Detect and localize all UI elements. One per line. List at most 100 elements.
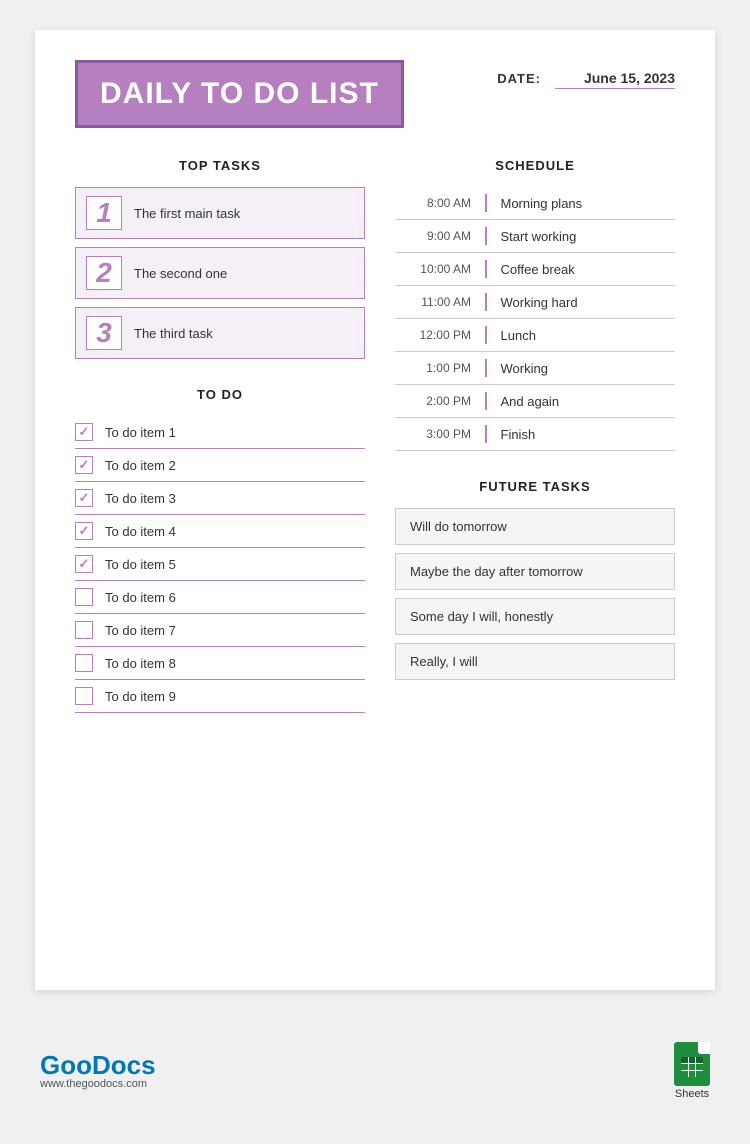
logo-docs: ocs bbox=[111, 1050, 156, 1080]
schedule-row: 11:00 AM Working hard bbox=[395, 286, 675, 319]
todo-label-8: To do item 8 bbox=[105, 656, 176, 671]
todo-item: ✓ To do item 2 bbox=[75, 449, 365, 482]
sheets-icon: Sheets bbox=[674, 1042, 710, 1100]
sched-time-3: 11:00 AM bbox=[395, 295, 485, 309]
task-item-1: 1 The first main task bbox=[75, 187, 365, 239]
sched-task-6: And again bbox=[501, 394, 560, 409]
sched-divider bbox=[485, 326, 487, 344]
logo-d: D bbox=[92, 1050, 111, 1080]
left-column: TOP TASKS 1 The first main task 2 The se… bbox=[75, 158, 365, 713]
todo-item: To do item 6 bbox=[75, 581, 365, 614]
main-content: TOP TASKS 1 The first main task 2 The se… bbox=[75, 158, 675, 713]
todo-item: ✓ To do item 5 bbox=[75, 548, 365, 581]
checkbox-5[interactable]: ✓ bbox=[75, 555, 93, 573]
date-row: DATE: June 15, 2023 bbox=[497, 70, 675, 89]
sched-divider bbox=[485, 425, 487, 443]
todo-label-6: To do item 6 bbox=[105, 590, 176, 605]
checkmark: ✓ bbox=[79, 556, 90, 572]
task-text-1: The first main task bbox=[134, 206, 240, 221]
checkbox-9[interactable] bbox=[75, 687, 93, 705]
sched-time-0: 8:00 AM bbox=[395, 196, 485, 210]
task-text-3: The third task bbox=[134, 326, 213, 341]
sched-divider bbox=[485, 194, 487, 212]
future-task-item: Maybe the day after tomorrow bbox=[395, 553, 675, 590]
sched-divider bbox=[485, 392, 487, 410]
sched-task-1: Start working bbox=[501, 229, 577, 244]
todo-item: ✓ To do item 3 bbox=[75, 482, 365, 515]
sched-task-2: Coffee break bbox=[501, 262, 575, 277]
grid-cell bbox=[681, 1071, 688, 1077]
right-column: SCHEDULE 8:00 AM Morning plans 9:00 AM S… bbox=[395, 158, 675, 713]
sched-divider bbox=[485, 293, 487, 311]
todo-section: TO DO ✓ To do item 1 ✓ To do item 2 ✓ To… bbox=[75, 387, 365, 713]
future-task-item: Some day I will, honestly bbox=[395, 598, 675, 635]
todo-item: To do item 7 bbox=[75, 614, 365, 647]
todo-label-2: To do item 2 bbox=[105, 458, 176, 473]
sched-time-1: 9:00 AM bbox=[395, 229, 485, 243]
task-number-3: 3 bbox=[86, 316, 122, 350]
todo-item: ✓ To do item 1 bbox=[75, 416, 365, 449]
grid-cell bbox=[689, 1064, 696, 1070]
footer-url: www.thegoodocs.com bbox=[40, 1078, 156, 1090]
todo-label-1: To do item 1 bbox=[105, 425, 176, 440]
logo-goo: Goo bbox=[40, 1050, 92, 1080]
schedule-row: 9:00 AM Start working bbox=[395, 220, 675, 253]
checkmark: ✓ bbox=[79, 523, 90, 539]
todo-label-3: To do item 3 bbox=[105, 491, 176, 506]
checkbox-6[interactable] bbox=[75, 588, 93, 606]
date-label: DATE: bbox=[497, 71, 541, 86]
task-number-1: 1 bbox=[86, 196, 122, 230]
checkbox-8[interactable] bbox=[75, 654, 93, 672]
todo-item: ✓ To do item 4 bbox=[75, 515, 365, 548]
sched-task-7: Finish bbox=[501, 427, 536, 442]
footer: GooDocs www.thegoodocs.com Sheets bbox=[0, 1020, 750, 1122]
checkbox-2[interactable]: ✓ bbox=[75, 456, 93, 474]
future-tasks-section: FUTURE TASKS Will do tomorrow Maybe the d… bbox=[395, 479, 675, 680]
checkmark: ✓ bbox=[79, 490, 90, 506]
sheets-label: Sheets bbox=[675, 1088, 709, 1100]
future-task-item: Will do tomorrow bbox=[395, 508, 675, 545]
todo-label-5: To do item 5 bbox=[105, 557, 176, 572]
top-tasks-section: TOP TASKS 1 The first main task 2 The se… bbox=[75, 158, 365, 359]
schedule-row: 10:00 AM Coffee break bbox=[395, 253, 675, 286]
footer-logo: GooDocs www.thegoodocs.com bbox=[40, 1052, 156, 1090]
sched-divider bbox=[485, 260, 487, 278]
schedule-title: SCHEDULE bbox=[395, 158, 675, 173]
sched-divider bbox=[485, 227, 487, 245]
grid-cell bbox=[681, 1057, 688, 1063]
schedule-row: 12:00 PM Lunch bbox=[395, 319, 675, 352]
todo-label-7: To do item 7 bbox=[105, 623, 176, 638]
todo-label-4: To do item 4 bbox=[105, 524, 176, 539]
sched-task-3: Working hard bbox=[501, 295, 578, 310]
sched-time-6: 2:00 PM bbox=[395, 394, 485, 408]
date-value: June 15, 2023 bbox=[555, 70, 675, 89]
checkbox-4[interactable]: ✓ bbox=[75, 522, 93, 540]
todo-title: TO DO bbox=[75, 387, 365, 402]
sheets-icon-img bbox=[674, 1042, 710, 1086]
todo-label-9: To do item 9 bbox=[105, 689, 176, 704]
title-box: DAILY TO DO LIST bbox=[75, 60, 404, 128]
future-tasks-title: FUTURE TASKS bbox=[395, 479, 675, 494]
future-tasks-list: Will do tomorrow Maybe the day after tomo… bbox=[395, 508, 675, 680]
checkbox-1[interactable]: ✓ bbox=[75, 423, 93, 441]
page-header: DAILY TO DO LIST DATE: June 15, 2023 bbox=[75, 60, 675, 128]
sched-time-2: 10:00 AM bbox=[395, 262, 485, 276]
schedule-section: SCHEDULE 8:00 AM Morning plans 9:00 AM S… bbox=[395, 158, 675, 451]
sched-time-4: 12:00 PM bbox=[395, 328, 485, 342]
todo-item: To do item 8 bbox=[75, 647, 365, 680]
top-tasks-title: TOP TASKS bbox=[75, 158, 365, 173]
logo-brand: GooDocs bbox=[40, 1052, 156, 1078]
todo-list: ✓ To do item 1 ✓ To do item 2 ✓ To do it… bbox=[75, 416, 365, 713]
task-item-3: 3 The third task bbox=[75, 307, 365, 359]
sched-time-7: 3:00 PM bbox=[395, 427, 485, 441]
schedule-row: 2:00 PM And again bbox=[395, 385, 675, 418]
date-area: DATE: June 15, 2023 bbox=[497, 60, 675, 89]
checkbox-3[interactable]: ✓ bbox=[75, 489, 93, 507]
grid-cell bbox=[696, 1064, 703, 1070]
task-number-2: 2 bbox=[86, 256, 122, 290]
sheets-grid bbox=[681, 1057, 703, 1077]
grid-cell bbox=[689, 1057, 696, 1063]
grid-cell bbox=[696, 1071, 703, 1077]
task-text-2: The second one bbox=[134, 266, 227, 281]
checkbox-7[interactable] bbox=[75, 621, 93, 639]
